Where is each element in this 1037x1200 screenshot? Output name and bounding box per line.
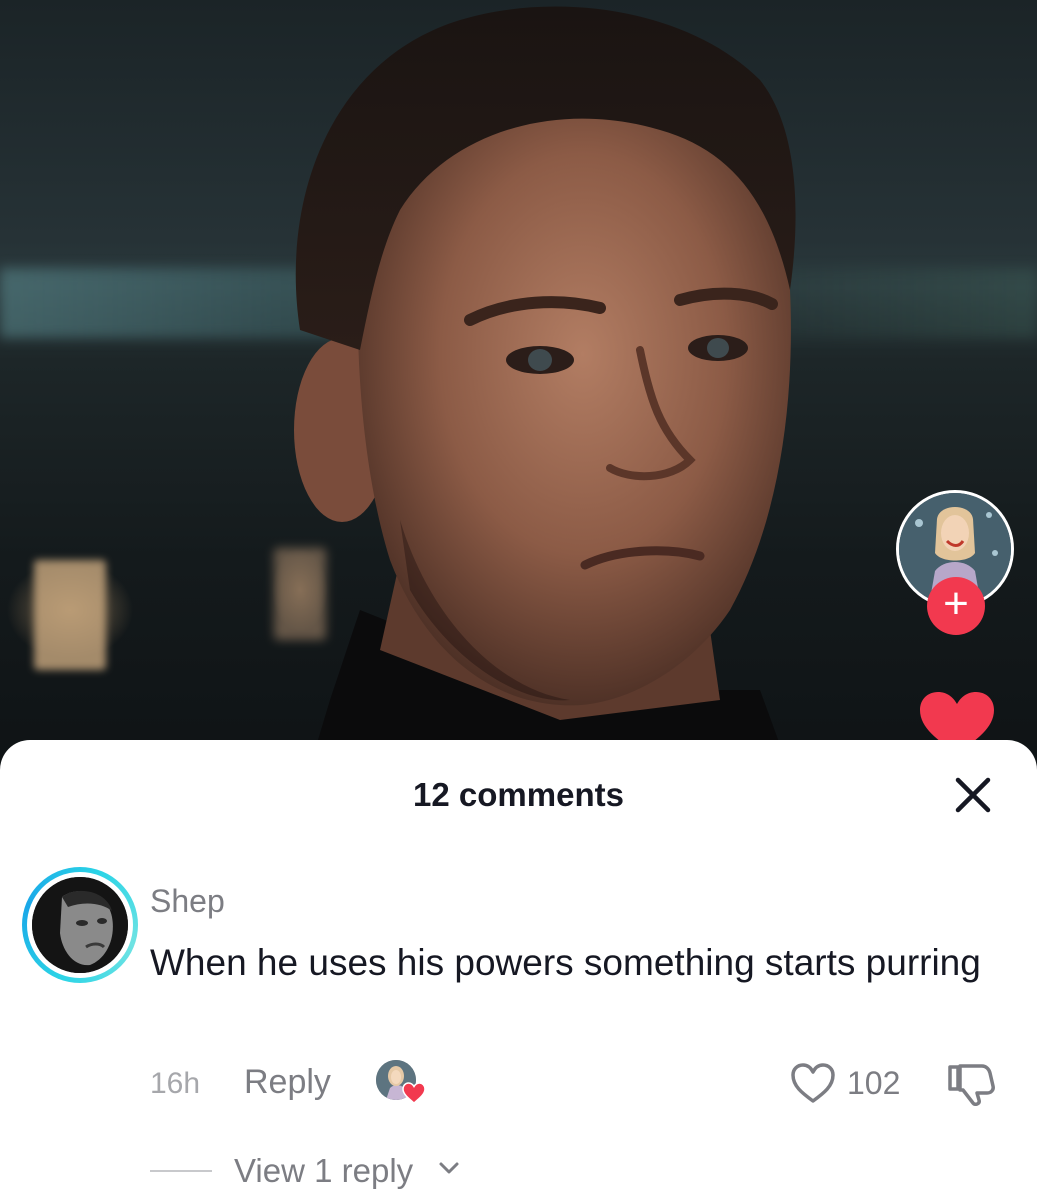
plus-icon: +: [943, 579, 969, 628]
commenter-avatar[interactable]: [22, 867, 138, 983]
comment-meta-row: 16h Reply 102: [150, 1060, 1010, 1106]
comment-text: When he uses his powers something starts…: [150, 942, 981, 983]
comment-like-count: 102: [847, 1065, 901, 1101]
comments-count-title: 12 comments: [413, 776, 624, 813]
replies-divider: [150, 1170, 212, 1172]
heart-icon: [402, 1082, 426, 1104]
dislike-icon[interactable]: [946, 1062, 996, 1106]
commenter-avatar-image: [32, 877, 128, 973]
video-player[interactable]: +: [0, 0, 1037, 800]
close-icon[interactable]: [952, 774, 994, 816]
liked-by-creator-badge: [376, 1060, 426, 1106]
view-replies-row[interactable]: View 1 reply: [150, 1148, 650, 1192]
view-replies-button[interactable]: View 1 reply: [234, 1152, 413, 1190]
video-frame-person: [294, 6, 800, 800]
comments-sheet: 12 comments Shep When he uses his powers…: [0, 740, 1037, 1200]
comment-timestamp: 16h: [150, 1067, 201, 1100]
reply-button[interactable]: Reply: [244, 1063, 331, 1102]
comment-username[interactable]: Shep: [150, 883, 225, 920]
chevron-down-icon: [439, 1162, 459, 1174]
like-heart-outline-icon[interactable]: [790, 1062, 836, 1104]
follow-button[interactable]: +: [927, 577, 985, 635]
